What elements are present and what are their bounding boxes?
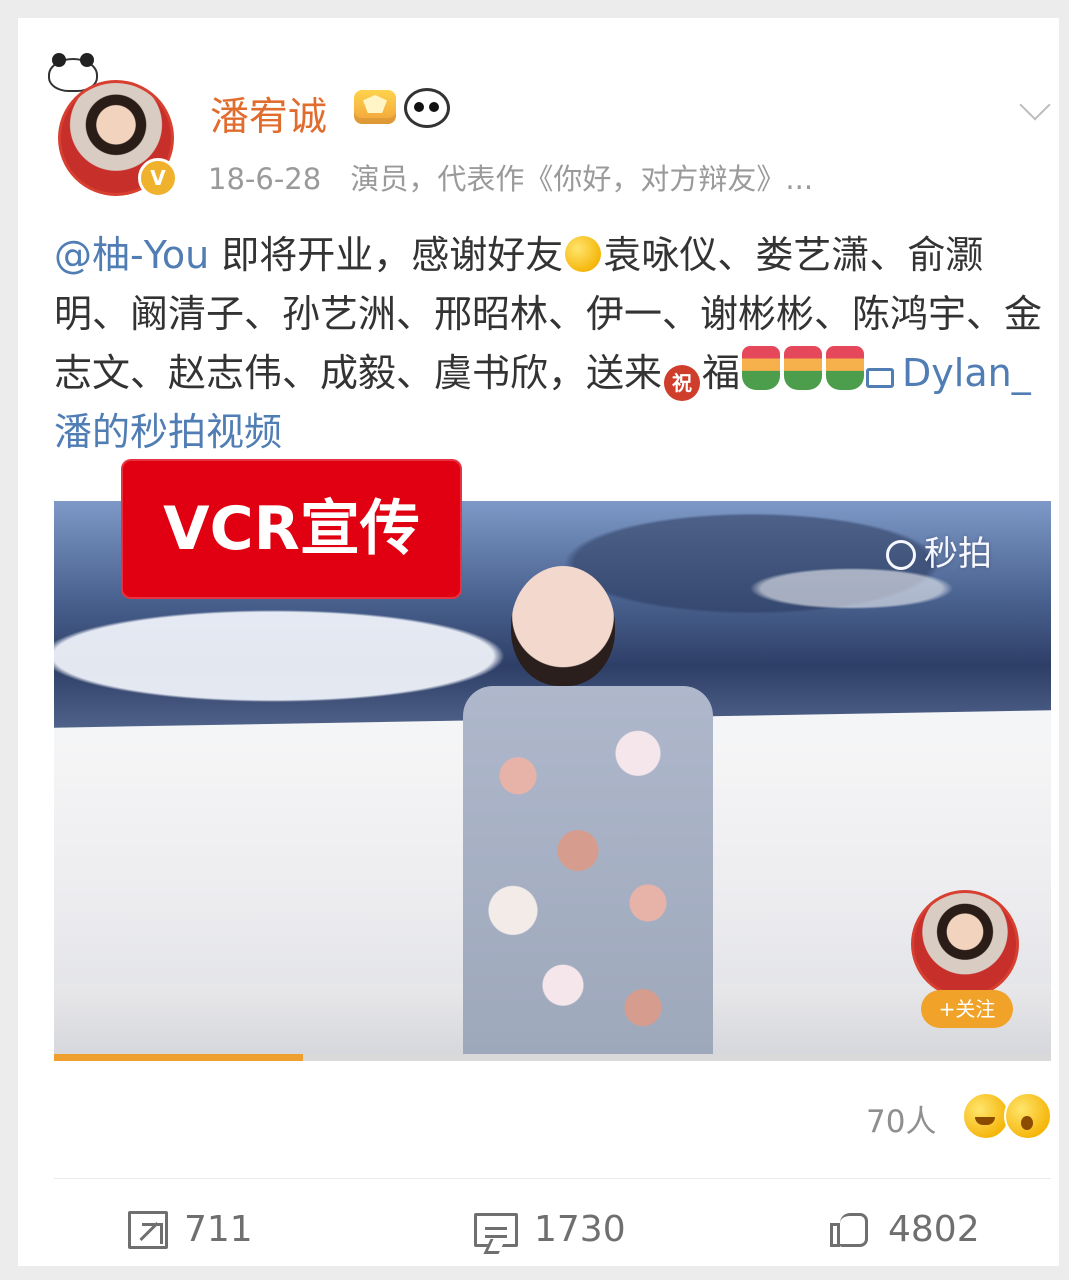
thumb-up-icon bbox=[830, 1211, 872, 1249]
flower-icon bbox=[784, 345, 823, 390]
surprised-reaction-icon[interactable] bbox=[1004, 1092, 1052, 1140]
like-button[interactable]: 4802 bbox=[830, 1209, 980, 1250]
miaopai-eye-icon bbox=[886, 540, 916, 570]
panda-icon bbox=[404, 88, 450, 128]
video-person-body bbox=[463, 686, 713, 1060]
video-link-icon bbox=[866, 367, 895, 388]
verified-badge: V bbox=[138, 158, 178, 198]
comment-button[interactable]: 1730 bbox=[474, 1209, 626, 1250]
post-text-part-1: 即将开业，感谢好友 bbox=[209, 233, 564, 277]
like-count: 4802 bbox=[888, 1209, 980, 1250]
miaopai-watermark: 秒拍 bbox=[886, 526, 992, 575]
chevron-down-icon[interactable] bbox=[1016, 92, 1058, 124]
vcr-badge: VCR宣传 bbox=[121, 459, 462, 599]
mention-link[interactable]: @柚-You bbox=[54, 233, 209, 277]
zhu-icon: 祝 bbox=[664, 364, 701, 401]
weibo-post-card: V 潘宥诚 18-6-28 演员，代表作《你好，对方辩友》... @柚-You … bbox=[18, 18, 1059, 1266]
miaopai-label: 秒拍 bbox=[924, 534, 992, 574]
action-divider bbox=[54, 1178, 1051, 1179]
author-bio: 演员，代表作《你好，对方辩友》... bbox=[350, 162, 814, 196]
post-text: @柚-You 即将开业，感谢好友 袁咏仪、娄艺潇、俞灏明、阚清子、孙艺洲、邢昭林、… bbox=[54, 226, 1054, 462]
video-avatar[interactable] bbox=[911, 890, 1019, 998]
reaction-count: 70人 bbox=[866, 1104, 937, 1140]
repost-button[interactable]: 711 bbox=[128, 1209, 253, 1250]
smile-icon bbox=[565, 236, 602, 272]
post-text-part-3: 福 bbox=[702, 350, 741, 395]
post-time: 18-6-28 bbox=[208, 162, 322, 196]
post-meta: 18-6-28 演员，代表作《你好，对方辩友》... bbox=[208, 156, 813, 198]
laugh-reaction-icon[interactable] bbox=[962, 1092, 1010, 1140]
comment-count: 1730 bbox=[534, 1209, 626, 1250]
repost-count: 711 bbox=[184, 1209, 253, 1250]
author-name[interactable]: 潘宥诚 bbox=[210, 86, 327, 142]
video-progress-track[interactable] bbox=[54, 1054, 1051, 1061]
video-progress-fill bbox=[54, 1054, 304, 1061]
flower-icon bbox=[742, 345, 781, 390]
follow-button[interactable]: +关注 bbox=[921, 990, 1013, 1028]
share-icon bbox=[128, 1210, 168, 1249]
video-person-head bbox=[511, 566, 615, 686]
rank-badge-icon bbox=[354, 90, 396, 124]
comment-icon bbox=[474, 1212, 518, 1247]
flower-icon bbox=[826, 345, 865, 390]
